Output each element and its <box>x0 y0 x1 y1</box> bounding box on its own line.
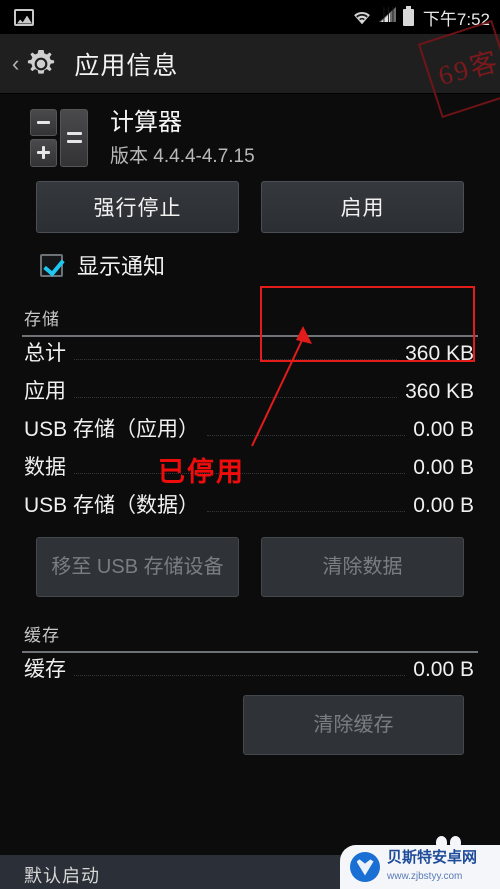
calc-minus-key <box>30 108 57 136</box>
gear-icon <box>22 45 60 83</box>
leader-line <box>207 435 406 436</box>
cache-row-value: 0.00 B <box>413 658 474 681</box>
cache-action-buttons: 清除缓存 <box>0 691 500 755</box>
primary-action-buttons: 强行停止 启用 <box>0 181 500 233</box>
storage-section-title: 存储 <box>24 310 60 329</box>
app-info-scroll[interactable]: 计算器 版本 4.4.4-4.7.15 强行停止 启用 显示通知 存储 总计 3… <box>0 94 500 889</box>
cache-section: 缓存 缓存 0.00 B 清除缓存 <box>0 597 500 755</box>
table-row: USB 存储（数据） 0.00 B <box>0 489 500 527</box>
storage-row-label: 数据 <box>24 456 66 479</box>
table-row: 缓存 0.00 B <box>0 653 500 691</box>
watermark-site-url: www.zjbstyy.com <box>387 871 463 882</box>
storage-row-value: 0.00 B <box>413 418 474 441</box>
cache-row-label: 缓存 <box>24 658 66 681</box>
storage-row-value: 0.00 B <box>413 494 474 517</box>
storage-row-value: 360 KB <box>405 342 474 365</box>
cache-section-title: 缓存 <box>24 626 60 645</box>
calc-equals-key <box>60 108 88 167</box>
status-bar: 下午7:52 <box>0 0 500 34</box>
table-row: USB 存储（应用） 0.00 B <box>0 413 500 451</box>
show-notifications-label: 显示通知 <box>77 254 166 279</box>
site-watermark: 贝斯特安卓网 www.zjbstyy.com <box>340 836 500 889</box>
watermark-ears <box>436 836 461 849</box>
leader-line <box>74 473 406 474</box>
storage-row-label: USB 存储（数据） <box>24 494 200 517</box>
image-icon <box>14 8 34 26</box>
app-meta: 计算器 版本 4.4.4-4.7.15 <box>110 108 255 168</box>
app-header: 计算器 版本 4.4.4-4.7.15 <box>0 94 500 179</box>
storage-row-value: 0.00 B <box>413 456 474 479</box>
back-button[interactable]: ‹ <box>8 52 22 75</box>
leader-line <box>74 397 398 398</box>
leader-line <box>207 511 406 512</box>
table-row: 数据 0.00 B <box>0 451 500 489</box>
signal-icon <box>378 6 396 28</box>
table-row: 应用 360 KB <box>0 375 500 413</box>
show-notifications-checkbox[interactable] <box>40 253 63 277</box>
storage-row-label: USB 存储（应用） <box>24 418 200 441</box>
clear-data-button[interactable]: 清除数据 <box>261 537 464 597</box>
watermark-site-name: 贝斯特安卓网 <box>387 849 478 867</box>
table-row: 总计 360 KB <box>0 337 500 375</box>
watermark-logo-icon <box>350 852 380 882</box>
calc-plus-key <box>30 138 57 167</box>
action-bar: ‹ 应用信息 <box>0 34 500 94</box>
status-bar-right: 下午7:52 <box>352 5 490 30</box>
enable-button[interactable]: 启用 <box>261 181 464 233</box>
page-title: 应用信息 <box>74 51 179 80</box>
force-stop-button[interactable]: 强行停止 <box>36 181 239 233</box>
storage-row-value: 360 KB <box>405 380 474 403</box>
phone-screen: 下午7:52 ‹ 应用信息 6 9 客 计算器 版本 4.4.4-4.7.15 … <box>0 0 500 889</box>
leader-line <box>74 359 398 360</box>
leader-line <box>74 675 406 676</box>
show-notifications-row[interactable]: 显示通知 <box>0 233 500 281</box>
wifi-icon <box>352 10 372 25</box>
storage-section: 存储 总计 360 KB 应用 360 KB USB 存储（应用） 0.00 B… <box>0 281 500 597</box>
app-version: 版本 4.4.4-4.7.15 <box>110 145 255 167</box>
storage-row-label: 总计 <box>24 342 66 365</box>
battery-icon <box>402 5 414 26</box>
storage-row-label: 应用 <box>24 380 66 403</box>
watermark-text: 贝斯特安卓网 www.zjbstyy.com <box>387 850 477 884</box>
clear-cache-button[interactable]: 清除缓存 <box>243 695 464 755</box>
move-to-usb-button[interactable]: 移至 USB 存储设备 <box>36 537 239 597</box>
status-bar-left <box>14 8 34 26</box>
app-name: 计算器 <box>110 108 182 136</box>
status-bar-time: 下午7:52 <box>422 9 490 29</box>
calculator-icon <box>30 108 88 167</box>
storage-action-buttons: 移至 USB 存储设备 清除数据 <box>0 527 500 597</box>
